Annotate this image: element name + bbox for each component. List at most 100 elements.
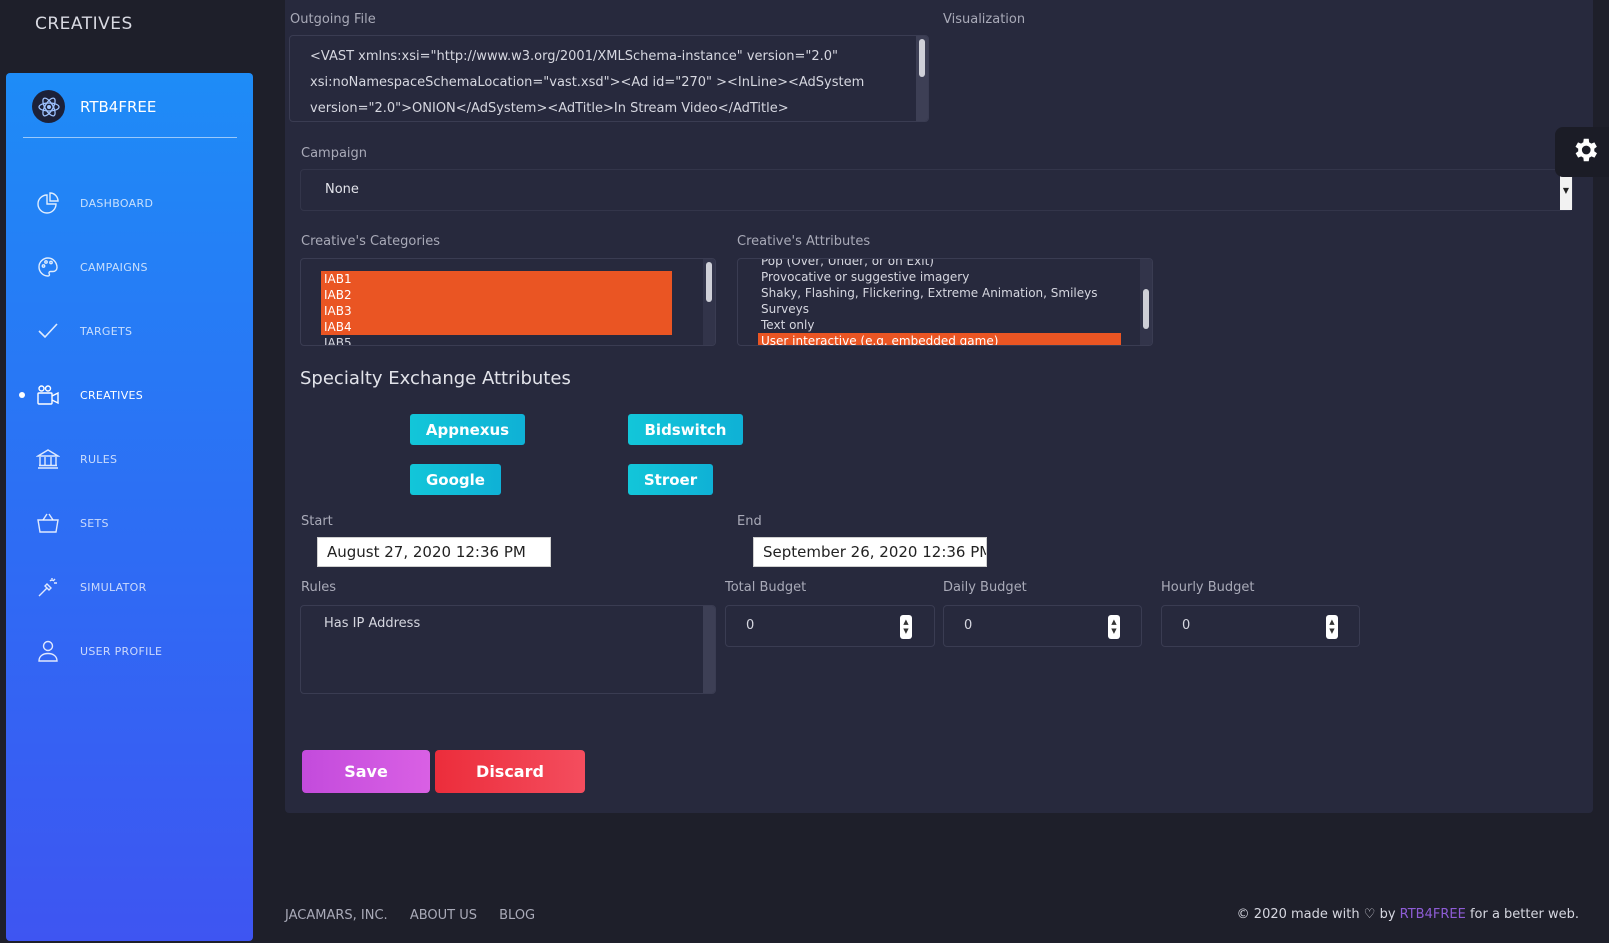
total-budget-label: Total Budget	[725, 580, 807, 595]
stepper-icon[interactable]: ▲ ▼	[1326, 615, 1338, 639]
specialty-exchange-title: Specialty Exchange Attributes	[300, 368, 571, 389]
outgoing-file-label: Outgoing File	[290, 12, 376, 27]
footer-links: JACAMARS, INC. ABOUT US BLOG	[285, 908, 553, 923]
sidebar-item-label: USER PROFILE	[80, 644, 163, 658]
palette-icon	[36, 255, 60, 279]
categories-label: Creative's Categories	[301, 234, 441, 249]
outgoing-file-content: <VAST xmlns:xsi="http://www.w3.org/2001/…	[310, 44, 900, 121]
daily-budget-input[interactable]: 0 ▲ ▼	[943, 605, 1142, 647]
gear-icon	[1570, 135, 1600, 169]
daily-budget-value: 0	[964, 618, 973, 633]
sidebar-item-label: SETS	[80, 516, 109, 530]
stepper-icon[interactable]: ▲ ▼	[900, 615, 912, 639]
visualization-label: Visualization	[943, 12, 1026, 27]
bank-icon	[36, 447, 60, 471]
sidebar-item-targets[interactable]: TARGETS	[6, 299, 253, 363]
footer-copyright: © 2020 made with ♡ by RTB4FREE for a bet…	[1237, 907, 1579, 922]
rules-scrollbar[interactable]	[703, 606, 715, 693]
list-item[interactable]: IAB3	[321, 303, 672, 319]
save-button[interactable]: Save	[302, 750, 430, 793]
discard-button[interactable]: Discard	[435, 750, 585, 793]
check-icon	[36, 319, 60, 343]
list-item[interactable]: Shaky, Flashing, Flickering, Extreme Ani…	[758, 285, 1121, 301]
sidebar-item-campaigns[interactable]: CAMPAIGNS	[6, 235, 253, 299]
outgoing-file-textarea[interactable]: <VAST xmlns:xsi="http://www.w3.org/2001/…	[289, 35, 929, 122]
list-item[interactable]: IAB1	[321, 271, 672, 287]
list-item[interactable]: Pop (Over, Under, or on Exit)	[758, 259, 1121, 269]
sidebar-item-creatives[interactable]: CREATIVES	[6, 363, 253, 427]
list-item[interactable]: IAB4	[321, 319, 672, 335]
end-date-input[interactable]: September 26, 2020 12:36 PM	[753, 537, 987, 567]
google-button[interactable]: Google	[410, 464, 501, 495]
scrollbar-thumb[interactable]	[919, 39, 925, 77]
sidebar-item-dashboard[interactable]: DASHBOARD	[6, 171, 253, 235]
sidebar-item-rules[interactable]: RULES	[6, 427, 253, 491]
outgoing-file-line: xsi:noNamespaceSchemaLocation="vast.xsd"…	[310, 75, 865, 90]
list-item[interactable]: Text only	[758, 317, 1121, 333]
copyright-text: © 2020 made with	[1236, 907, 1360, 922]
heart-icon: ♡	[1363, 907, 1376, 922]
scrollbar-thumb[interactable]	[1143, 289, 1149, 329]
active-indicator	[19, 392, 25, 398]
sidebar-item-sets[interactable]: SETS	[6, 491, 253, 555]
suffix-text: for a better web.	[1469, 907, 1579, 922]
sidebar-item-label: CREATIVES	[80, 388, 144, 402]
rules-listbox[interactable]: Has IP Address	[300, 605, 716, 694]
creative-form-panel: Outgoing File <VAST xmlns:xsi="http://ww…	[285, 0, 1593, 813]
sidebar-logo[interactable]: RTB4FREE	[32, 90, 156, 123]
outgoing-file-scrollbar[interactable]	[916, 36, 928, 121]
sidebar-item-label: CAMPAIGNS	[80, 260, 148, 274]
attributes-listbox[interactable]: Pop (Over, Under, or on Exit) Provocativ…	[737, 258, 1153, 346]
start-date-input[interactable]: August 27, 2020 12:36 PM	[317, 537, 551, 567]
list-item[interactable]: Surveys	[758, 301, 1121, 317]
stroer-button[interactable]: Stroer	[628, 464, 713, 495]
campaign-select-value: None	[325, 182, 359, 197]
footer-link-jacamars[interactable]: JACAMARS, INC.	[285, 908, 388, 923]
spray-icon	[36, 575, 60, 599]
total-budget-value: 0	[746, 618, 755, 633]
appnexus-button[interactable]: Appnexus	[410, 414, 525, 445]
bidswitch-button[interactable]: Bidswitch	[628, 414, 743, 445]
brand-name: RTB4FREE	[80, 97, 157, 116]
by-text: by	[1379, 907, 1396, 922]
categories-listbox[interactable]: IAB1 IAB2 IAB3 IAB4 IAB5	[300, 258, 716, 346]
campaign-select[interactable]: None ▼	[300, 169, 1573, 211]
react-logo-icon	[32, 90, 65, 123]
sidebar: RTB4FREE DASHBOARD CAMPAIGNS TARGETS CRE…	[6, 73, 253, 941]
outgoing-file-line: <VAST xmlns:xsi="http://www.w3.org/2001/…	[310, 49, 838, 64]
campaign-label: Campaign	[301, 146, 368, 161]
start-label: Start	[301, 514, 333, 529]
footer-link-blog[interactable]: BLOG	[499, 908, 535, 923]
user-icon	[36, 639, 60, 663]
hourly-budget-label: Hourly Budget	[1161, 580, 1255, 595]
video-camera-icon	[36, 383, 60, 407]
categories-scrollbar[interactable]	[703, 259, 715, 345]
end-label: End	[737, 514, 762, 529]
footer-brand-link[interactable]: RTB4FREE	[1400, 907, 1466, 922]
list-item[interactable]: Has IP Address	[324, 616, 420, 631]
sidebar-nav: DASHBOARD CAMPAIGNS TARGETS CREATIVES RU…	[6, 171, 253, 683]
attributes-scrollbar[interactable]	[1140, 259, 1152, 345]
rules-label: Rules	[301, 580, 337, 595]
footer-link-about-us[interactable]: ABOUT US	[410, 908, 477, 923]
page-title: CREATIVES	[35, 14, 133, 34]
list-item[interactable]: IAB5	[321, 335, 672, 345]
settings-toggle[interactable]	[1555, 127, 1609, 177]
total-budget-input[interactable]: 0 ▲ ▼	[725, 605, 935, 647]
list-item[interactable]: Provocative or suggestive imagery	[758, 269, 1121, 285]
scrollbar-thumb[interactable]	[706, 262, 712, 302]
outgoing-file-line: version="2.0">ONION</AdSystem><AdTitle>I…	[310, 101, 789, 116]
hourly-budget-value: 0	[1182, 618, 1191, 633]
list-item[interactable]: IAB2	[321, 287, 672, 303]
pie-chart-icon	[36, 191, 60, 215]
sidebar-item-label: DASHBOARD	[80, 196, 154, 210]
sidebar-item-label: SIMULATOR	[80, 580, 147, 594]
stepper-icon[interactable]: ▲ ▼	[1108, 615, 1120, 639]
sidebar-divider	[23, 137, 237, 138]
sidebar-item-user-profile[interactable]: USER PROFILE	[6, 619, 253, 683]
sidebar-item-simulator[interactable]: SIMULATOR	[6, 555, 253, 619]
hourly-budget-input[interactable]: 0 ▲ ▼	[1161, 605, 1360, 647]
sidebar-item-label: RULES	[80, 452, 118, 466]
list-item[interactable]: User interactive (e.g. embedded game)	[758, 333, 1121, 345]
attributes-label: Creative's Attributes	[737, 234, 871, 249]
